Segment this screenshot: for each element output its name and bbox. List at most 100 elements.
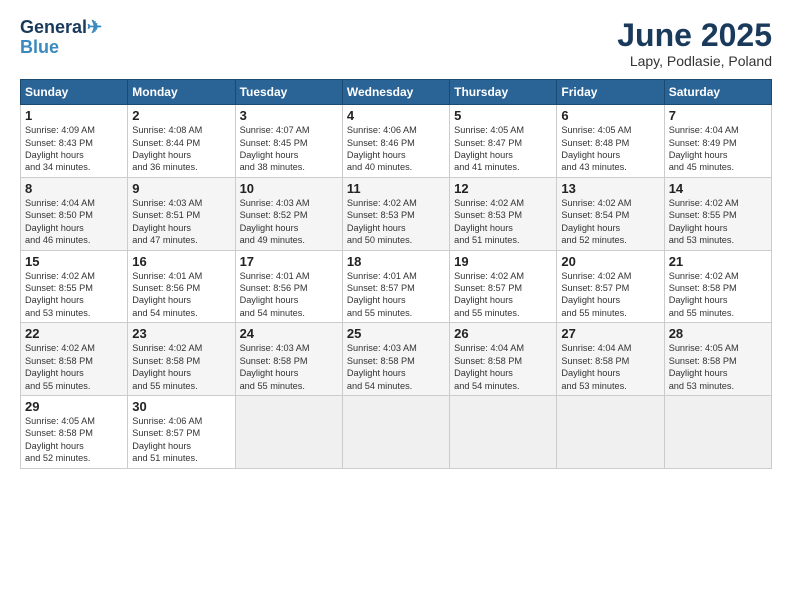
table-cell: 18 Sunrise: 4:01 AM Sunset: 8:57 PM Dayl…: [342, 250, 449, 323]
table-cell: [664, 395, 771, 468]
day-number: 7: [669, 108, 767, 123]
day-number: 28: [669, 326, 767, 341]
day-number: 8: [25, 181, 123, 196]
day-number: 12: [454, 181, 552, 196]
table-cell: 7 Sunrise: 4:04 AM Sunset: 8:49 PM Dayli…: [664, 105, 771, 178]
table-cell: 9 Sunrise: 4:03 AM Sunset: 8:51 PM Dayli…: [128, 177, 235, 250]
day-info: Sunrise: 4:01 AM Sunset: 8:57 PM Dayligh…: [347, 270, 445, 320]
calendar-table: Sunday Monday Tuesday Wednesday Thursday…: [20, 79, 772, 468]
day-info: Sunrise: 4:02 AM Sunset: 8:58 PM Dayligh…: [669, 270, 767, 320]
table-cell: 21 Sunrise: 4:02 AM Sunset: 8:58 PM Dayl…: [664, 250, 771, 323]
day-info: Sunrise: 4:05 AM Sunset: 8:48 PM Dayligh…: [561, 124, 659, 174]
calendar-row: 8 Sunrise: 4:04 AM Sunset: 8:50 PM Dayli…: [21, 177, 772, 250]
day-number: 17: [240, 254, 338, 269]
day-number: 16: [132, 254, 230, 269]
logo: General✈ Blue: [20, 18, 102, 58]
day-number: 19: [454, 254, 552, 269]
table-cell: 10 Sunrise: 4:03 AM Sunset: 8:52 PM Dayl…: [235, 177, 342, 250]
day-number: 2: [132, 108, 230, 123]
header-sunday: Sunday: [21, 80, 128, 105]
day-number: 25: [347, 326, 445, 341]
table-cell: 23 Sunrise: 4:02 AM Sunset: 8:58 PM Dayl…: [128, 323, 235, 396]
table-cell: 29 Sunrise: 4:05 AM Sunset: 8:58 PM Dayl…: [21, 395, 128, 468]
day-info: Sunrise: 4:02 AM Sunset: 8:55 PM Dayligh…: [25, 270, 123, 320]
day-info: Sunrise: 4:03 AM Sunset: 8:58 PM Dayligh…: [240, 342, 338, 392]
table-cell: 17 Sunrise: 4:01 AM Sunset: 8:56 PM Dayl…: [235, 250, 342, 323]
day-info: Sunrise: 4:05 AM Sunset: 8:58 PM Dayligh…: [25, 415, 123, 465]
day-number: 11: [347, 181, 445, 196]
day-number: 13: [561, 181, 659, 196]
day-number: 20: [561, 254, 659, 269]
day-number: 18: [347, 254, 445, 269]
day-info: Sunrise: 4:03 AM Sunset: 8:51 PM Dayligh…: [132, 197, 230, 247]
header-saturday: Saturday: [664, 80, 771, 105]
day-number: 4: [347, 108, 445, 123]
header-monday: Monday: [128, 80, 235, 105]
day-info: Sunrise: 4:02 AM Sunset: 8:58 PM Dayligh…: [132, 342, 230, 392]
table-cell: 19 Sunrise: 4:02 AM Sunset: 8:57 PM Dayl…: [450, 250, 557, 323]
day-info: Sunrise: 4:02 AM Sunset: 8:58 PM Dayligh…: [25, 342, 123, 392]
day-number: 29: [25, 399, 123, 414]
table-cell: 27 Sunrise: 4:04 AM Sunset: 8:58 PM Dayl…: [557, 323, 664, 396]
table-cell: 24 Sunrise: 4:03 AM Sunset: 8:58 PM Dayl…: [235, 323, 342, 396]
day-info: Sunrise: 4:06 AM Sunset: 8:57 PM Dayligh…: [132, 415, 230, 465]
header-wednesday: Wednesday: [342, 80, 449, 105]
subtitle: Lapy, Podlasie, Poland: [617, 53, 772, 69]
calendar-row: 1 Sunrise: 4:09 AM Sunset: 8:43 PM Dayli…: [21, 105, 772, 178]
calendar-header-row: Sunday Monday Tuesday Wednesday Thursday…: [21, 80, 772, 105]
day-number: 1: [25, 108, 123, 123]
day-info: Sunrise: 4:02 AM Sunset: 8:57 PM Dayligh…: [561, 270, 659, 320]
calendar-row: 22 Sunrise: 4:02 AM Sunset: 8:58 PM Dayl…: [21, 323, 772, 396]
table-cell: 1 Sunrise: 4:09 AM Sunset: 8:43 PM Dayli…: [21, 105, 128, 178]
header-tuesday: Tuesday: [235, 80, 342, 105]
day-number: 15: [25, 254, 123, 269]
header-thursday: Thursday: [450, 80, 557, 105]
logo-line1: General✈: [20, 18, 102, 38]
calendar-row: 15 Sunrise: 4:02 AM Sunset: 8:55 PM Dayl…: [21, 250, 772, 323]
day-info: Sunrise: 4:03 AM Sunset: 8:52 PM Dayligh…: [240, 197, 338, 247]
main-title: June 2025: [617, 18, 772, 53]
day-number: 21: [669, 254, 767, 269]
day-number: 30: [132, 399, 230, 414]
table-cell: 22 Sunrise: 4:02 AM Sunset: 8:58 PM Dayl…: [21, 323, 128, 396]
day-info: Sunrise: 4:01 AM Sunset: 8:56 PM Dayligh…: [240, 270, 338, 320]
table-cell: 25 Sunrise: 4:03 AM Sunset: 8:58 PM Dayl…: [342, 323, 449, 396]
day-info: Sunrise: 4:05 AM Sunset: 8:47 PM Dayligh…: [454, 124, 552, 174]
day-info: Sunrise: 4:07 AM Sunset: 8:45 PM Dayligh…: [240, 124, 338, 174]
table-cell: 13 Sunrise: 4:02 AM Sunset: 8:54 PM Dayl…: [557, 177, 664, 250]
table-cell: 30 Sunrise: 4:06 AM Sunset: 8:57 PM Dayl…: [128, 395, 235, 468]
table-cell: 15 Sunrise: 4:02 AM Sunset: 8:55 PM Dayl…: [21, 250, 128, 323]
calendar-row: 29 Sunrise: 4:05 AM Sunset: 8:58 PM Dayl…: [21, 395, 772, 468]
day-info: Sunrise: 4:02 AM Sunset: 8:55 PM Dayligh…: [669, 197, 767, 247]
day-number: 22: [25, 326, 123, 341]
table-cell: 28 Sunrise: 4:05 AM Sunset: 8:58 PM Dayl…: [664, 323, 771, 396]
table-cell: 6 Sunrise: 4:05 AM Sunset: 8:48 PM Dayli…: [557, 105, 664, 178]
day-info: Sunrise: 4:03 AM Sunset: 8:58 PM Dayligh…: [347, 342, 445, 392]
day-number: 6: [561, 108, 659, 123]
day-info: Sunrise: 4:05 AM Sunset: 8:58 PM Dayligh…: [669, 342, 767, 392]
title-block: June 2025 Lapy, Podlasie, Poland: [617, 18, 772, 69]
table-cell: 14 Sunrise: 4:02 AM Sunset: 8:55 PM Dayl…: [664, 177, 771, 250]
day-info: Sunrise: 4:02 AM Sunset: 8:57 PM Dayligh…: [454, 270, 552, 320]
day-number: 27: [561, 326, 659, 341]
table-cell: 26 Sunrise: 4:04 AM Sunset: 8:58 PM Dayl…: [450, 323, 557, 396]
day-info: Sunrise: 4:02 AM Sunset: 8:54 PM Dayligh…: [561, 197, 659, 247]
day-number: 23: [132, 326, 230, 341]
table-cell: 11 Sunrise: 4:02 AM Sunset: 8:53 PM Dayl…: [342, 177, 449, 250]
day-info: Sunrise: 4:04 AM Sunset: 8:49 PM Dayligh…: [669, 124, 767, 174]
table-cell: 16 Sunrise: 4:01 AM Sunset: 8:56 PM Dayl…: [128, 250, 235, 323]
day-number: 9: [132, 181, 230, 196]
day-info: Sunrise: 4:04 AM Sunset: 8:58 PM Dayligh…: [561, 342, 659, 392]
day-number: 10: [240, 181, 338, 196]
table-cell: 2 Sunrise: 4:08 AM Sunset: 8:44 PM Dayli…: [128, 105, 235, 178]
day-info: Sunrise: 4:06 AM Sunset: 8:46 PM Dayligh…: [347, 124, 445, 174]
table-cell: 12 Sunrise: 4:02 AM Sunset: 8:53 PM Dayl…: [450, 177, 557, 250]
day-info: Sunrise: 4:09 AM Sunset: 8:43 PM Dayligh…: [25, 124, 123, 174]
day-info: Sunrise: 4:04 AM Sunset: 8:50 PM Dayligh…: [25, 197, 123, 247]
day-number: 14: [669, 181, 767, 196]
day-number: 3: [240, 108, 338, 123]
day-info: Sunrise: 4:02 AM Sunset: 8:53 PM Dayligh…: [454, 197, 552, 247]
page: General✈ Blue June 2025 Lapy, Podlasie, …: [0, 0, 792, 612]
day-info: Sunrise: 4:04 AM Sunset: 8:58 PM Dayligh…: [454, 342, 552, 392]
day-number: 24: [240, 326, 338, 341]
